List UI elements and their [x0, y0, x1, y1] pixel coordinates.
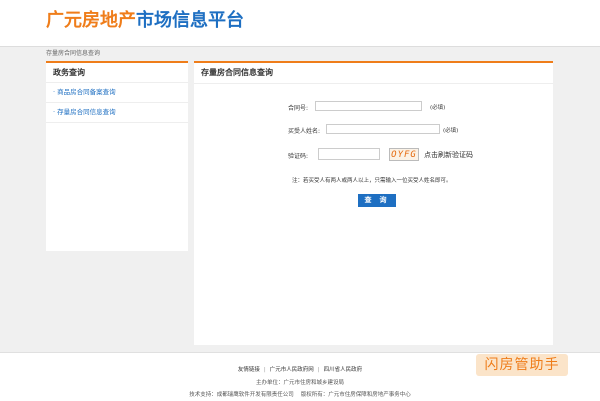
site-header: 广元房地产市场信息平台 [0, 0, 600, 47]
page-title: 存量房合同信息查询 [194, 63, 553, 84]
logo-text-blue: 市场信息平台 [136, 10, 244, 31]
sidebar-title: 政务查询 [46, 63, 188, 83]
contract-required-note: (必填) [430, 105, 446, 111]
captcha-label: 验证码: [288, 153, 309, 160]
support-text: 技术支持：成都瑞鹰软件开发有限责任公司 [189, 392, 294, 398]
buyer-name-input[interactable] [326, 124, 440, 134]
sidebar-item-commercial-contract[interactable]: · 商品房合同备案查询 [46, 83, 188, 103]
query-button[interactable]: 查 询 [358, 194, 396, 207]
watermark-badge: 闪房管助手 [476, 354, 568, 376]
main-panel: 存量房合同信息查询 合同号: (必填) 买受人姓名: (必填) 验证码: OYF… [194, 61, 553, 345]
sidebar: 政务查询 · 商品房合同备案查询 · 存量房合同信息查询 [46, 61, 188, 251]
buyer-note: 注：若买受人有两人或两人以上，只需输入一位买受人姓名即可。 [292, 178, 452, 184]
refresh-captcha-link[interactable]: 点击刷新验证码 [424, 150, 473, 160]
organizer-text: 主办单位：广元市住房和城乡建设局 [255, 380, 344, 386]
friend-links-label: 友情链接 [237, 367, 260, 373]
captcha-image[interactable]: OYFG [389, 148, 419, 161]
logo-text-orange: 广元房地产 [46, 10, 136, 31]
buyer-name-label: 买受人姓名: [288, 128, 321, 135]
site-logo[interactable]: 广元房地产市场信息平台 [46, 6, 244, 32]
buyer-required-note: (必填) [443, 128, 459, 134]
copyright-text: 版权所有：广元市住房保障和房地产事务中心 [300, 392, 411, 398]
sidebar-item-stock-contract[interactable]: · 存量房合同信息查询 [46, 103, 188, 123]
link-guangyuan-gov[interactable]: 广元市人民政府网 [270, 367, 314, 373]
contract-number-label: 合同号: [288, 105, 309, 112]
captcha-input[interactable] [318, 148, 380, 160]
support-copyright-text: 技术支持：成都瑞鹰软件开发有限责任公司 版权所有：广元市住房保障和房地产事务中心 [0, 390, 600, 398]
breadcrumb: 存量房合同信息查询 [46, 50, 101, 57]
link-sichuan-gov[interactable]: 四川省人民政府 [324, 367, 363, 373]
contract-number-input[interactable] [315, 101, 422, 111]
